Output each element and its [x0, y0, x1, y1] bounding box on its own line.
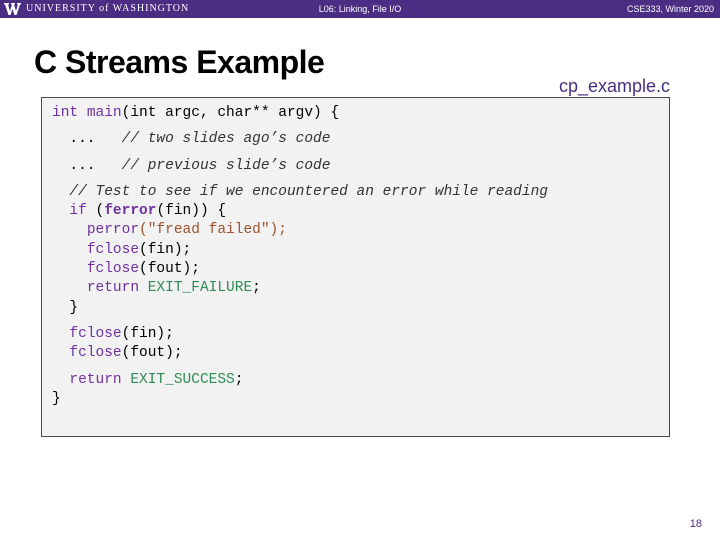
lecture-title: L06: Linking, File I/O [318, 4, 402, 14]
slide-title: C Streams Example [34, 44, 325, 80]
code-token: (fout); [121, 345, 183, 362]
code-macro: EXIT_FAILURE [147, 280, 253, 297]
code-macro: EXIT_SUCCESS [130, 371, 235, 388]
header-bar: UNIVERSITY of WASHINGTON L06: Linking, F… [0, 0, 720, 18]
code-token: fclose [86, 241, 140, 258]
code-token: main [86, 105, 122, 121]
course-label: CSE333, Winter 2020 [626, 4, 714, 14]
code-token: (fin); [139, 241, 192, 258]
code-token: } [52, 390, 61, 407]
code-token: return [69, 371, 122, 388]
code-comment: // previous slide’s code [121, 157, 331, 174]
source-filename: cp_example.c [558, 76, 670, 96]
code-token: (fout); [139, 261, 200, 278]
code-token: return [86, 280, 140, 297]
code-token: ( [86, 203, 105, 220]
code-token: perror [86, 222, 140, 239]
code-token: fclose [69, 325, 122, 342]
code-token: (int argc, char** argv) { [121, 105, 340, 121]
code-block: int main(int argc, char** argv) { ... //… [41, 97, 670, 437]
code-token: if [69, 203, 87, 220]
code-token: int [52, 105, 79, 121]
code-comment: // two slides ago’s code [121, 131, 331, 148]
page-number: 18 [689, 518, 702, 530]
code-token: ; [234, 371, 244, 388]
code-token: ... [69, 157, 96, 174]
code-token: } [69, 299, 79, 316]
code-token: ; [252, 280, 261, 297]
code-token: (fin); [121, 325, 174, 342]
code-token: (fin)) { [156, 203, 227, 220]
code-listing: int main(int argc, char** argv) { ... //… [52, 104, 548, 409]
code-comment: // Test to see if we encountered an erro… [69, 183, 548, 200]
code-token: fclose [86, 261, 140, 278]
code-token: ... [69, 131, 96, 148]
code-token: fclose [69, 345, 122, 362]
code-string: ("fread failed"); [139, 222, 287, 239]
code-token: ferror [104, 203, 157, 220]
